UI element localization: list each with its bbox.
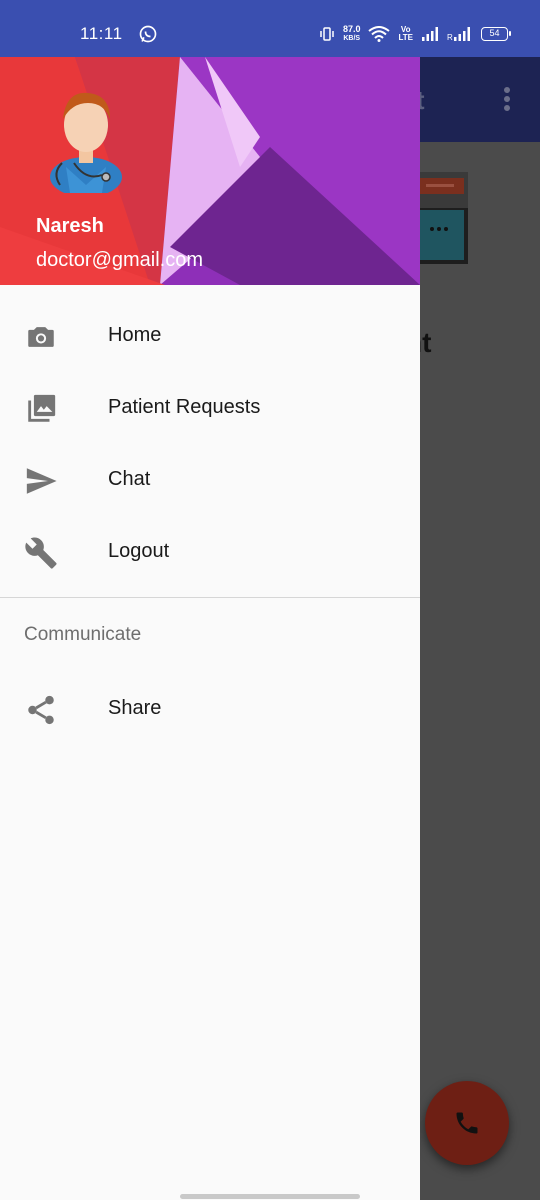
doctor-avatar (50, 92, 122, 193)
whatsapp-icon (139, 25, 157, 43)
camera-icon (28, 327, 54, 347)
chat-illustration (412, 172, 468, 264)
drawer-header: Naresh doctor@gmail.com (0, 57, 420, 285)
phone-icon (456, 1112, 478, 1134)
call-fab[interactable] (425, 1081, 509, 1165)
status-time: 11:11 (80, 24, 123, 43)
volte-indicator: Vo LTE (398, 25, 413, 42)
menu-item-share[interactable]: Share (0, 671, 420, 743)
navigation-drawer: Naresh doctor@gmail.com Home Patient Req… (0, 57, 420, 1200)
overflow-menu-icon[interactable] (500, 87, 514, 115)
battery-indicator: 54 (481, 27, 511, 41)
signal-icon (422, 27, 438, 41)
menu-label-share: Share (108, 697, 162, 719)
menu-label-home: Home (108, 324, 162, 346)
user-name: Naresh (36, 215, 104, 237)
send-icon (26, 468, 57, 494)
menu-item-patient-requests[interactable]: Patient Requests (0, 370, 420, 442)
menu-label-chat: Chat (108, 468, 151, 490)
svg-text:R: R (447, 33, 453, 42)
menu-divider (0, 597, 420, 598)
menu-item-logout[interactable]: Logout (0, 514, 420, 586)
status-bar: 11:11 87.0 KB/S Vo LTE R 54 (0, 0, 540, 57)
wrench-icon (25, 537, 57, 569)
wifi-icon (368, 26, 391, 42)
menu-item-home[interactable]: Home (0, 298, 420, 370)
menu-label-logout: Logout (108, 540, 170, 562)
signal-roaming-icon: R (447, 27, 470, 42)
menu-item-chat[interactable]: Chat (0, 442, 420, 514)
gallery-icon (28, 394, 56, 422)
vibrate-icon (320, 27, 334, 41)
user-email: doctor@gmail.com (36, 249, 204, 271)
share-icon (28, 695, 54, 725)
gesture-nav-handle[interactable] (180, 1194, 360, 1199)
section-title-communicate: Communicate (24, 624, 142, 645)
network-speed: 87.0 KB/S (342, 24, 361, 43)
menu-label-patient-requests: Patient Requests (108, 396, 261, 418)
